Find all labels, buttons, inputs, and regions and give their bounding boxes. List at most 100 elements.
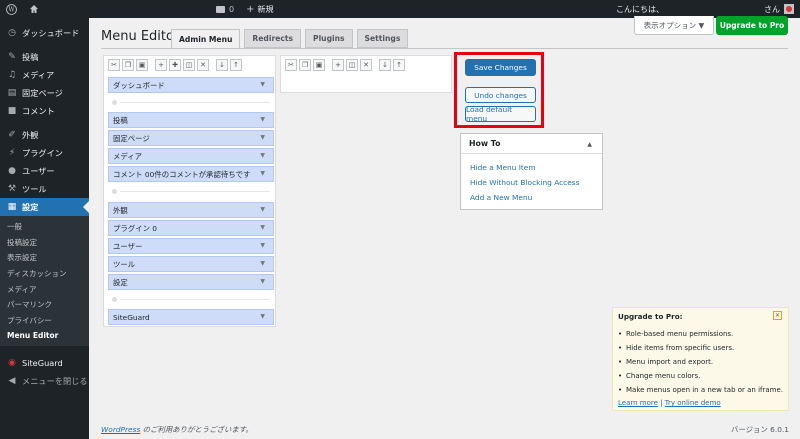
expand-arrow-icon[interactable]: ▼ (260, 313, 265, 320)
expand-arrow-icon[interactable]: ▼ (260, 260, 265, 267)
tab-admin-menu[interactable]: Admin Menu (171, 29, 241, 49)
new-menu-icon[interactable]: + (155, 59, 167, 71)
tab-underline (101, 48, 788, 49)
sidebar-item-comments[interactable]: ■ コメント (0, 102, 89, 120)
hide-icon[interactable]: ◫ (183, 59, 195, 71)
menu-row-appearance[interactable]: 外観 ▼ (108, 202, 274, 218)
sort-ascending-icon[interactable]: ↓ (379, 59, 391, 71)
delete-icon[interactable]: ✕ (197, 59, 209, 71)
expand-arrow-icon[interactable]: ▼ (260, 134, 265, 141)
avatar[interactable] (784, 4, 794, 14)
new-content-link[interactable]: + 新規 (240, 0, 279, 18)
try-demo-link[interactable]: Try online demo (665, 399, 721, 407)
brush-icon: ✐ (8, 130, 16, 140)
sidebar-item-tools[interactable]: ⚒ ツール (0, 180, 89, 198)
submenu-reading[interactable]: 表示設定 (0, 250, 89, 266)
menu-toolbar: ✂ ❐ ▣ + ✚ ◫ ✕ ↓ ↑ (104, 56, 275, 74)
sidebar-item-pages[interactable]: ▤ 固定ページ (0, 84, 89, 102)
collapse-menu[interactable]: ◀ メニューを閉じる (0, 372, 89, 390)
expand-arrow-icon[interactable]: ▼ (260, 206, 265, 213)
copy-icon[interactable]: ❐ (122, 59, 134, 71)
new-separator-icon[interactable]: ✚ (169, 59, 181, 71)
screen-options-button[interactable]: 表示オプション ▼ (634, 16, 714, 35)
current-menu-arrow (83, 201, 89, 213)
how-to-header[interactable]: How To ▲ (461, 134, 602, 154)
sidebar-item-siteguard[interactable]: ◉ SiteGuard (0, 354, 89, 372)
pro-links: Learn more | Try online demo (618, 399, 721, 407)
paste-icon[interactable]: ▣ (313, 59, 325, 71)
expand-arrow-icon[interactable]: ▼ (260, 170, 265, 177)
menu-row-users[interactable]: ユーザー ▼ (108, 238, 274, 254)
submenu-permalinks[interactable]: パーマリンク (0, 297, 89, 313)
cut-icon[interactable]: ✂ (108, 59, 120, 71)
menu-row-tools[interactable]: ツール ▼ (108, 256, 274, 272)
pro-feature: Hide items from specific users. (618, 344, 734, 352)
close-icon[interactable]: ✕ (773, 311, 782, 320)
how-to-link[interactable]: Add a New Menu (470, 193, 532, 202)
expand-arrow-icon[interactable]: ▼ (260, 224, 265, 231)
menu-row-siteguard[interactable]: SiteGuard ▼ (108, 309, 274, 325)
sidebar-item-settings[interactable]: ▦ 設定 (0, 198, 89, 216)
sidebar-item-appearance[interactable]: ✐ 外観 (0, 126, 89, 144)
submenu-general[interactable]: 一般 (0, 219, 89, 235)
upgrade-to-pro-button[interactable]: Upgrade to Pro (716, 16, 788, 35)
cut-icon[interactable]: ✂ (285, 59, 297, 71)
sort-ascending-icon[interactable]: ↓ (216, 59, 228, 71)
pin-icon: ✎ (8, 52, 16, 62)
sort-descending-icon[interactable]: ↑ (393, 59, 405, 71)
separator-line (120, 299, 270, 300)
menu-separator[interactable] (108, 95, 274, 109)
expand-arrow-icon[interactable]: ▼ (260, 152, 265, 159)
sidebar-item-dashboard[interactable]: ◷ ダッシュボード (0, 24, 89, 42)
undo-changes-button[interactable]: Undo changes (465, 87, 536, 103)
sidebar-item-media[interactable]: ♫ メディア (0, 66, 89, 84)
copy-icon[interactable]: ❐ (299, 59, 311, 71)
tab-settings[interactable]: Settings (356, 29, 409, 48)
menu-row-dashboard[interactable]: ダッシュボード ▼ (108, 77, 274, 93)
menu-row-posts[interactable]: 投稿 ▼ (108, 112, 274, 128)
submenu-media[interactable]: メディア (0, 281, 89, 297)
sidebar-item-posts[interactable]: ✎ 投稿 (0, 48, 89, 66)
menu-separator[interactable] (108, 292, 274, 306)
expand-arrow-icon[interactable]: ▼ (260, 116, 265, 123)
menu-row-settings[interactable]: 設定 ▼ (108, 274, 274, 290)
menu-row-comments[interactable]: コメント 00件のコメントが承認待ちです ▼ (108, 166, 274, 182)
menu-row-media[interactable]: メディア ▼ (108, 148, 274, 164)
wordpress-link[interactable]: WordPress (101, 425, 140, 434)
tab-plugins[interactable]: Plugins (305, 29, 353, 48)
sidebar-item-plugins[interactable]: ⚡ プラグイン (0, 144, 89, 162)
sort-descending-icon[interactable]: ↑ (230, 59, 242, 71)
hide-icon[interactable]: ◫ (346, 59, 358, 71)
wordpress-logo-icon[interactable]: W (0, 0, 23, 18)
sidebar-item-users[interactable]: ● ユーザー (0, 162, 89, 180)
new-menu-icon[interactable]: + (332, 59, 344, 71)
tab-redirects[interactable]: Redirects (244, 29, 301, 48)
submenu-menu-editor[interactable]: Menu Editor (0, 328, 89, 344)
menu-row-pages[interactable]: 固定ページ ▼ (108, 130, 274, 146)
expand-arrow-icon[interactable]: ▼ (260, 81, 265, 88)
submenu-panel: ✂ ❐ ▣ + ◫ ✕ ↓ ↑ (280, 55, 452, 93)
user-suffix[interactable]: さん (764, 4, 780, 15)
collapse-triangle-icon[interactable]: ▲ (587, 141, 592, 148)
how-to-link[interactable]: Hide a Menu Item (470, 163, 536, 172)
submenu-writing[interactable]: 投稿設定 (0, 235, 89, 251)
delete-icon[interactable]: ✕ (360, 59, 372, 71)
pro-feature: Menu import and export. (618, 358, 713, 366)
comment-icon: ■ (7, 106, 17, 116)
load-default-menu-button[interactable]: Load default menu (465, 105, 536, 123)
how-to-link[interactable]: Hide Without Blocking Access (470, 178, 580, 187)
submenu-privacy[interactable]: プライバシー (0, 313, 89, 329)
save-changes-button[interactable]: Save Changes (465, 59, 536, 76)
pro-box-title: Upgrade to Pro: (618, 312, 683, 321)
separator-dot-icon (112, 99, 117, 105)
expand-arrow-icon[interactable]: ▼ (260, 278, 265, 285)
menu-row-plugins[interactable]: プラグイン 0 ▼ (108, 220, 274, 236)
home-icon[interactable] (23, 0, 45, 18)
expand-arrow-icon[interactable]: ▼ (260, 242, 265, 249)
paste-icon[interactable]: ▣ (136, 59, 148, 71)
submenu-discussion[interactable]: ディスカッション (0, 266, 89, 282)
menu-separator[interactable] (108, 184, 274, 198)
footer-version: バージョン 6.0.1 (731, 425, 789, 434)
comments-link[interactable]: 0 (210, 0, 240, 18)
learn-more-link[interactable]: Learn more (618, 399, 658, 407)
